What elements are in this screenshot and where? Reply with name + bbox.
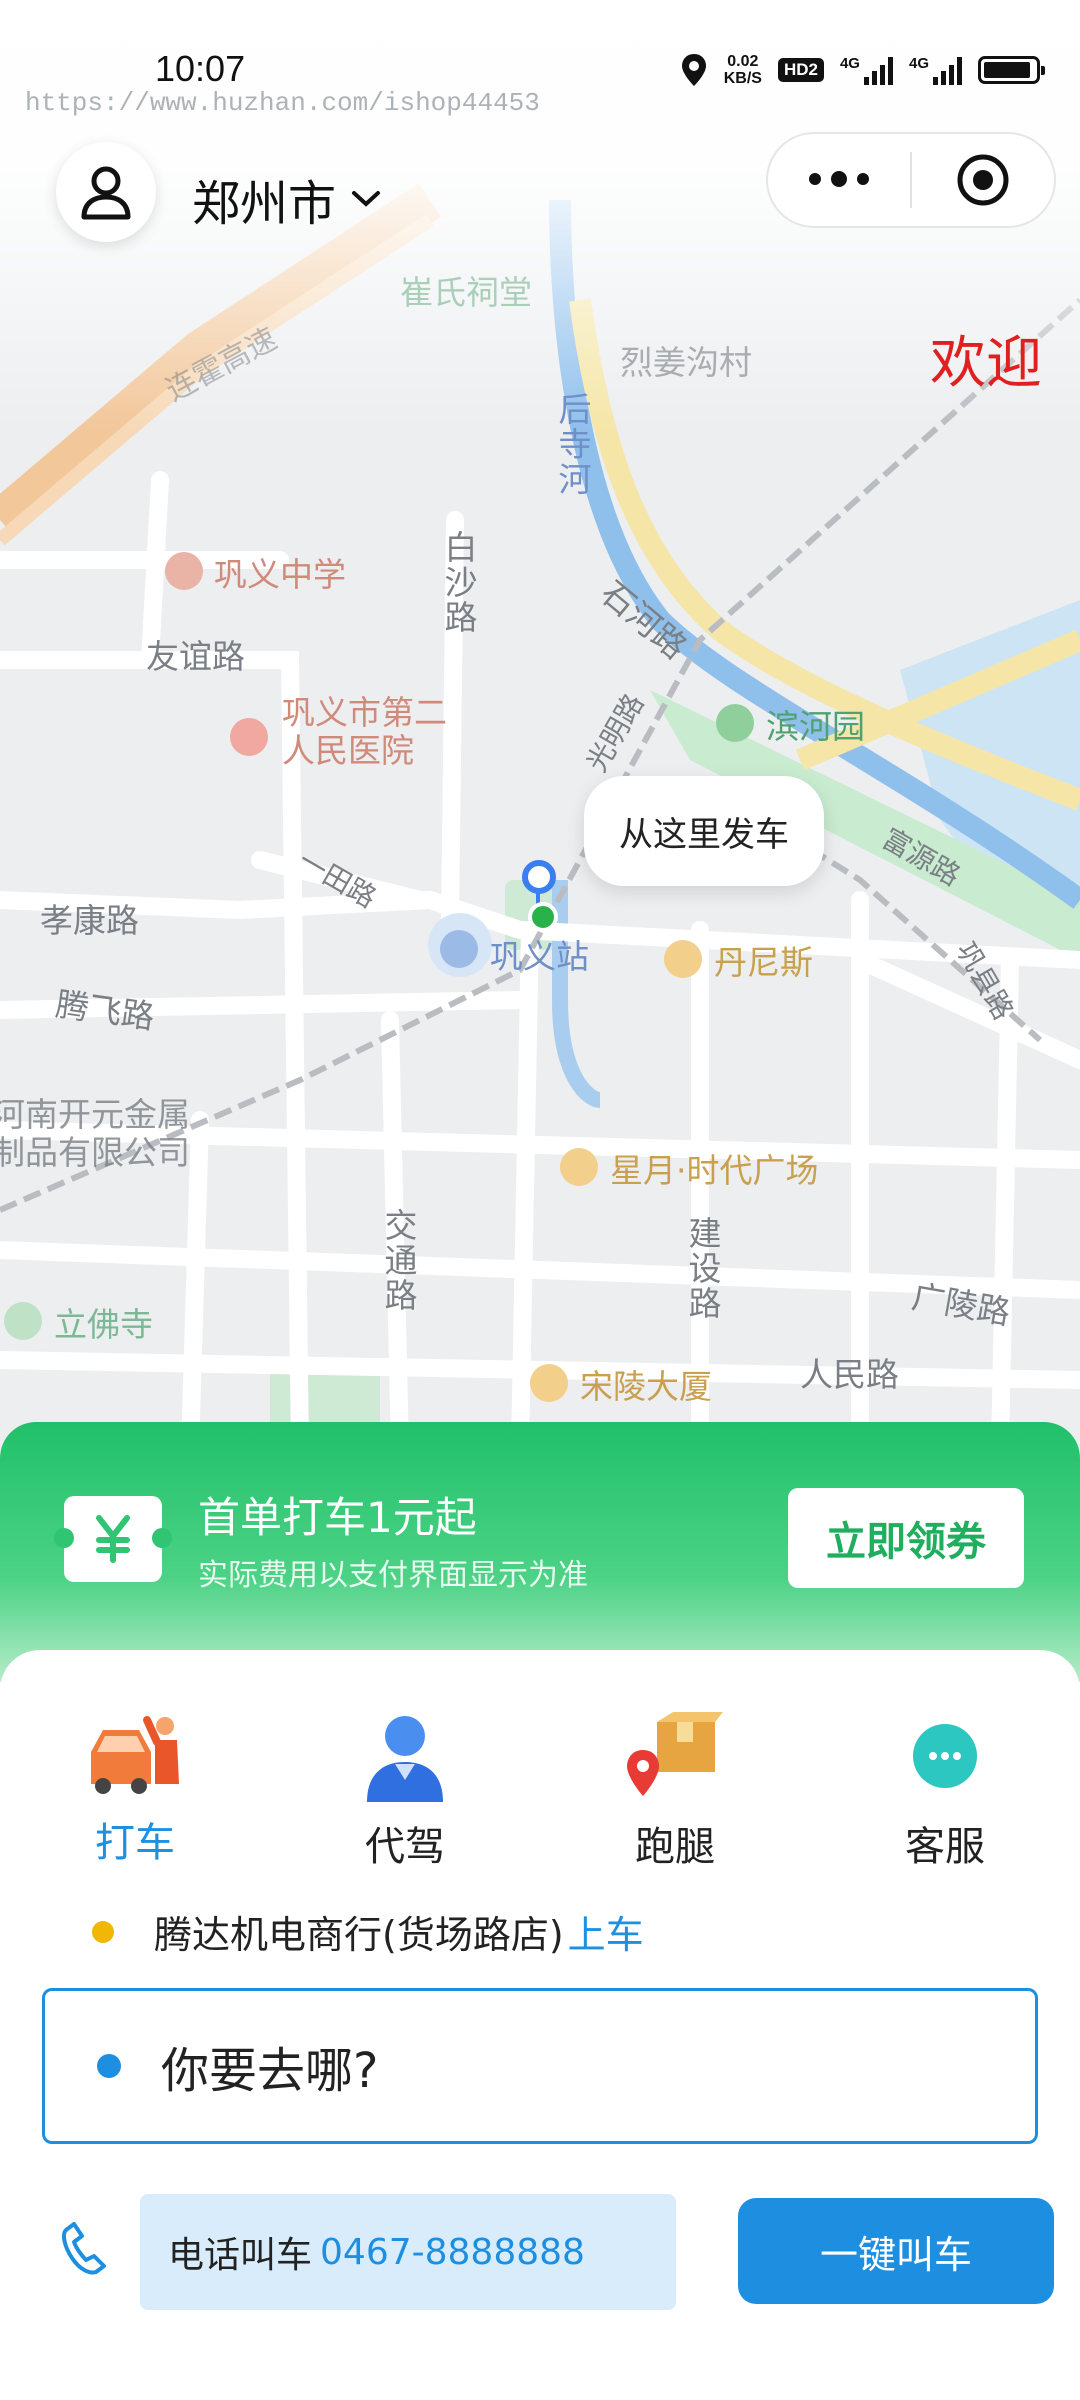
park-icon (716, 704, 754, 742)
tab-designated-driver[interactable]: 代驾 (270, 1710, 540, 1870)
phone-call-label: 电话叫车 (168, 2235, 313, 2276)
miniprogram-capsule (766, 132, 1056, 228)
pickup-location[interactable]: 腾达机电商行(货场路店) 上车 (92, 1904, 644, 1959)
status-bar: 10:07 https://www.huzhan.com/ishop44453 … (0, 0, 1080, 130)
map-label: 丹尼斯 (714, 943, 813, 982)
signal-2-icon: 4G (909, 55, 962, 85)
location-icon (681, 54, 706, 86)
chevron-down-icon (352, 191, 381, 207)
map-label: 建设路 (683, 1216, 722, 1321)
map-label: 立佛寺 (54, 1305, 153, 1344)
signal-1-icon: 4G (840, 55, 893, 85)
tab-label: 打车 (95, 1820, 175, 1866)
watermark-url: https://www.huzhan.com/ishop44453 (25, 88, 540, 118)
map-label: 宋陵大厦 (580, 1367, 712, 1406)
station-icon (440, 930, 478, 968)
shop-icon (664, 940, 702, 978)
map-label: 滨河园 (766, 707, 865, 746)
driver-icon (367, 1716, 443, 1802)
status-icons: 0.02 KB/S HD2 4G 4G (680, 52, 1045, 88)
map-label: 星月·时代广场 (610, 1151, 819, 1190)
signal-1-label: 4G (839, 55, 860, 72)
hd-badge: HD2 (777, 58, 824, 82)
status-time: 10:07 (155, 48, 246, 89)
map-label: 巩义市第二人民医院 (282, 693, 447, 770)
tab-label: 代驾 (365, 1824, 445, 1870)
map-label: 交通路 (379, 1208, 418, 1313)
map-label: 崔氏祠堂 (400, 273, 532, 312)
map-label: 河南开元金属制品有限公司 (0, 1095, 190, 1172)
tab-label: 客服 (905, 1824, 985, 1870)
tab-customer-service[interactable]: 客服 (810, 1710, 1080, 1870)
destination-placeholder: 你要去哪? (161, 2043, 379, 2099)
pickup-address: 腾达机电商行(货场路店) (154, 1913, 564, 1957)
hospital-icon (230, 718, 268, 756)
pickup-bubble[interactable]: 从这里发车 (584, 776, 824, 886)
pickup-tag: 上车 (567, 1913, 644, 1957)
taxi-icon (91, 1716, 179, 1794)
signal-2-label: 4G (908, 55, 929, 72)
current-location-icon (528, 902, 558, 932)
promo-banner: 首单打车1元起 实际费用以支付界面显示为准 立即领券 (0, 1422, 1080, 1682)
net-speed: 0.02 KB/S (724, 53, 762, 87)
city-name: 郑州市 (192, 176, 337, 232)
net-speed-unit: KB/S (723, 70, 762, 87)
more-dots-icon[interactable] (768, 171, 910, 187)
user-icon (81, 166, 131, 220)
tab-errand[interactable]: 跑腿 (540, 1710, 810, 1870)
app-screen: 崔氏祠堂 烈姜沟村 连霍高速 后寺河 巩义中学 白沙路 友谊路 石河路 滨河园 … (0, 0, 1080, 2400)
map-label: 巩义站 (490, 937, 589, 976)
promo-subtitle: 实际费用以支付界面显示为准 (198, 1558, 588, 1593)
map-label: 后寺河 (553, 392, 592, 497)
map-label: 友谊路 (146, 637, 245, 676)
tab-label: 跑腿 (635, 1824, 715, 1870)
delivery-icon (627, 1712, 723, 1796)
shop-icon (560, 1148, 598, 1186)
phone-call-box[interactable]: 电话叫车 0467-8888888 (140, 2194, 676, 2310)
map-label: 人民路 (800, 1355, 899, 1394)
map-label: 孝康路 (40, 901, 139, 940)
promo-title: 首单打车1元起 (198, 1493, 477, 1542)
destination-input[interactable]: 你要去哪? (42, 1988, 1038, 2144)
one-tap-call-button[interactable]: 一键叫车 (738, 2198, 1054, 2304)
map-label: 白沙路 (439, 530, 478, 635)
service-tabs: 打车 代驾 跑腿 客服 (0, 1710, 1080, 1870)
location-pin-icon (522, 860, 556, 894)
welcome-banner: 欢迎 (930, 331, 1042, 396)
user-avatar-button[interactable] (56, 142, 156, 242)
building-icon (530, 1364, 568, 1402)
yuan-ticket-icon (54, 1496, 172, 1582)
claim-coupon-button[interactable]: 立即领券 (788, 1488, 1024, 1588)
city-selector[interactable]: 郑州市 (192, 164, 382, 234)
chat-icon (913, 1724, 977, 1788)
temple-icon (4, 1302, 42, 1340)
booking-panel: 打车 代驾 跑腿 客服 腾达机电商行(货场路店) 上车 你要去哪? 电话叫车 0… (0, 1650, 1080, 2400)
map-label: 巩义中学 (214, 555, 346, 594)
phone-number: 0467-8888888 (320, 2231, 585, 2273)
tab-taxi[interactable]: 打车 (0, 1710, 270, 1866)
net-speed-value: 0.02 (727, 53, 759, 70)
phone-icon[interactable] (60, 2220, 110, 2276)
school-icon (165, 552, 203, 590)
battery-icon (978, 56, 1045, 84)
map-label: 烈姜沟村 (620, 343, 752, 382)
destination-dot-icon (97, 2054, 121, 2078)
target-icon[interactable] (912, 152, 1054, 208)
pickup-dot-icon (92, 1920, 114, 1943)
